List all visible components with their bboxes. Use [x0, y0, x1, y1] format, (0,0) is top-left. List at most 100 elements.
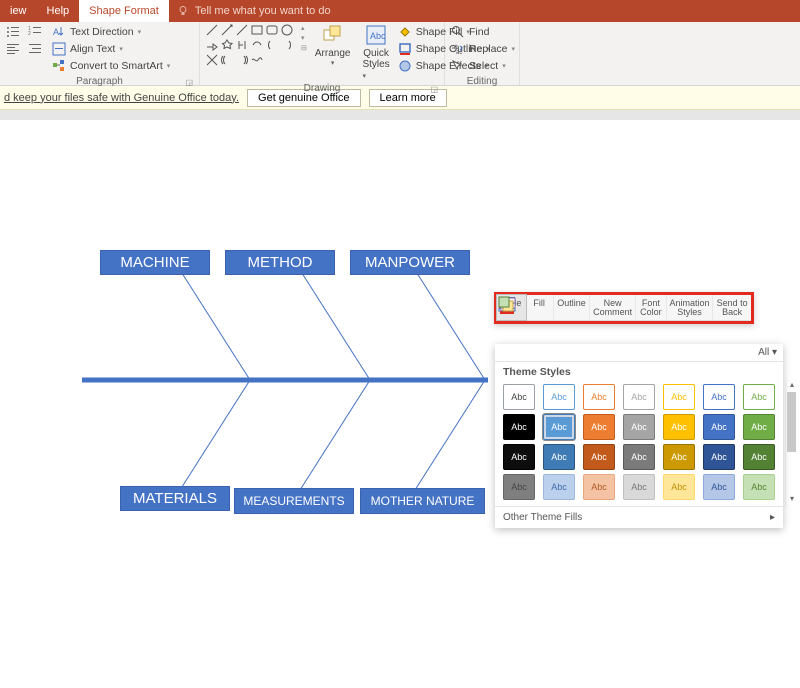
ctx-font-color-button[interactable]: AFont Color: [636, 295, 667, 320]
shape-fill-icon: [398, 25, 412, 39]
replace-icon: abac: [451, 42, 465, 56]
ctx-animation-styles-button[interactable]: Animation Styles: [667, 295, 713, 320]
style-swatch[interactable]: Abc: [663, 384, 695, 410]
text-direction-label: Text Direction: [70, 26, 134, 38]
shape-effects-icon: [398, 59, 412, 73]
find-button[interactable]: Find: [451, 24, 515, 40]
shapes-scroll-up[interactable]: ▴: [301, 24, 307, 32]
style-swatch[interactable]: Abc: [663, 444, 695, 470]
svg-text:Abc: Abc: [370, 31, 386, 41]
paragraph-group-label: Paragraph: [76, 76, 123, 87]
align-text-icon: [52, 42, 66, 56]
replace-label: Replace: [469, 43, 508, 55]
style-swatch[interactable]: Abc: [583, 444, 615, 470]
drawing-launcher[interactable]: ◲: [430, 85, 438, 94]
style-swatch[interactable]: Abc: [743, 384, 775, 410]
indent-buttons[interactable]: [28, 41, 42, 57]
style-swatch[interactable]: Abc: [743, 474, 775, 500]
style-swatch[interactable]: Abc: [503, 444, 535, 470]
category-method[interactable]: METHOD: [225, 250, 335, 275]
style-swatch[interactable]: Abc: [503, 414, 535, 440]
other-theme-fills[interactable]: Other Theme Fills▸: [495, 506, 783, 528]
select-label: Select: [469, 60, 498, 72]
style-swatch[interactable]: Abc: [543, 444, 575, 470]
align-text-button[interactable]: Align Text ▾: [52, 41, 170, 57]
shapes-scroll-down[interactable]: ▾: [301, 34, 307, 42]
tab-view-partial[interactable]: iew: [0, 0, 37, 22]
style-swatch[interactable]: Abc: [623, 444, 655, 470]
select-button[interactable]: Select ▾: [451, 58, 515, 74]
find-icon: [451, 25, 465, 39]
measurements-label: MEASUREMENTS: [243, 494, 344, 508]
manpower-label: MANPOWER: [365, 254, 455, 271]
style-swatch[interactable]: Abc: [623, 474, 655, 500]
convert-smartart-button[interactable]: Convert to SmartArt ▾: [52, 58, 170, 74]
style-swatch[interactable]: Abc: [543, 474, 575, 500]
style-swatch[interactable]: Abc: [703, 474, 735, 500]
bullets-button[interactable]: [6, 24, 20, 40]
find-label: Find: [469, 26, 489, 38]
tell-me-label: Tell me what you want to do: [195, 5, 331, 17]
category-manpower[interactable]: MANPOWER: [350, 250, 470, 275]
styles-scrollbar[interactable]: ▴ ▾: [785, 380, 786, 506]
category-mother-nature[interactable]: MOTHER NATURE: [360, 488, 485, 514]
style-swatch[interactable]: Abc: [703, 414, 735, 440]
style-swatch[interactable]: Abc: [503, 384, 535, 410]
ctx-new-comment-button[interactable]: New Comment: [590, 295, 635, 320]
style-swatch[interactable]: Abc: [583, 384, 615, 410]
shape-outline-icon: [398, 42, 412, 56]
align-buttons[interactable]: [6, 41, 20, 57]
theme-styles-panel: All ▾ Theme Styles AbcAbcAbcAbcAbcAbcAbc…: [495, 344, 783, 528]
style-swatch[interactable]: Abc: [623, 414, 655, 440]
text-direction-button[interactable]: AText Direction ▾: [52, 24, 170, 40]
arrange-label: Arrange: [315, 48, 351, 59]
style-swatch[interactable]: Abc: [543, 414, 575, 440]
style-swatch[interactable]: Abc: [703, 384, 735, 410]
replace-button[interactable]: abacReplace ▾: [451, 41, 515, 57]
svg-text:A: A: [53, 27, 59, 37]
style-swatch[interactable]: Abc: [583, 414, 615, 440]
shapes-more[interactable]: ⊟: [301, 44, 307, 52]
style-swatch[interactable]: Abc: [503, 474, 535, 500]
category-measurements[interactable]: MEASUREMENTS: [234, 488, 354, 514]
editing-group-label: Editing: [467, 76, 498, 87]
context-toolbar: Style Fill Outline New Comment AFont Col…: [494, 292, 754, 324]
text-direction-icon: A: [52, 25, 66, 39]
style-swatch[interactable]: Abc: [663, 414, 695, 440]
style-swatch[interactable]: Abc: [743, 444, 775, 470]
scroll-down-arrow[interactable]: ▾: [786, 494, 798, 506]
quick-styles-button[interactable]: Abc Quick Styles ▾: [358, 24, 393, 81]
banner-link[interactable]: d keep your files safe with Genuine Offi…: [4, 92, 239, 104]
style-swatch[interactable]: Abc: [543, 384, 575, 410]
shapes-gallery[interactable]: [206, 24, 295, 68]
send-back-icon: [497, 295, 517, 315]
numbering-button[interactable]: 12: [28, 24, 42, 40]
select-icon: [451, 59, 465, 73]
category-machine[interactable]: MACHINE: [100, 250, 210, 275]
tab-shape-format[interactable]: Shape Format: [79, 0, 169, 22]
tell-me-search[interactable]: Tell me what you want to do: [177, 5, 331, 17]
style-swatch[interactable]: Abc: [583, 474, 615, 500]
paragraph-launcher[interactable]: ◲: [185, 78, 193, 87]
arrange-button[interactable]: Arrange▾: [311, 24, 355, 67]
svg-text:ac: ac: [456, 50, 462, 56]
style-swatch[interactable]: Abc: [703, 444, 735, 470]
category-materials[interactable]: MATERIALS: [120, 486, 230, 511]
all-dropdown[interactable]: All ▾: [758, 347, 777, 358]
quick-styles-label2: Styles: [362, 59, 389, 70]
style-swatch[interactable]: Abc: [743, 414, 775, 440]
scroll-up-arrow[interactable]: ▴: [786, 380, 798, 392]
smartart-icon: [52, 59, 66, 73]
ctx-send-back-button[interactable]: Send to Back: [713, 295, 751, 320]
ctx-outline-button[interactable]: Outline: [554, 295, 591, 320]
mother-nature-label: MOTHER NATURE: [371, 494, 475, 508]
convert-smartart-label: Convert to SmartArt: [70, 60, 163, 72]
style-swatch[interactable]: Abc: [623, 384, 655, 410]
style-swatch[interactable]: Abc: [663, 474, 695, 500]
ctx-fill-button[interactable]: Fill: [526, 295, 554, 320]
tab-help[interactable]: Help: [37, 0, 80, 22]
slide-canvas[interactable]: MACHINE METHOD MANPOWER MATERIALS MEASUR…: [0, 120, 800, 688]
ribbon: 12 A Text Direction ▾ Align Text ▾ Conver…: [0, 22, 800, 86]
arrange-icon: [322, 24, 344, 46]
svg-text:2: 2: [28, 31, 31, 37]
